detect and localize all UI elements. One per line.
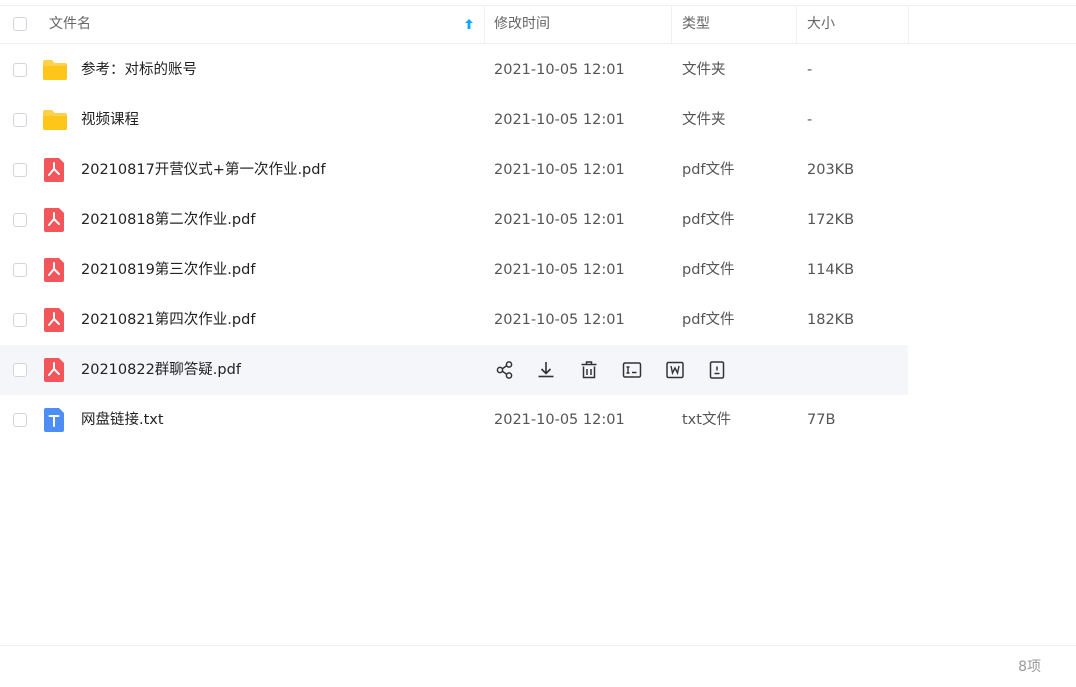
- pdf-icon: [44, 158, 64, 182]
- file-name[interactable]: 视频课程: [81, 95, 139, 145]
- rename-icon[interactable]: [621, 359, 643, 381]
- column-divider: [908, 6, 909, 43]
- pdf-icon: [44, 258, 64, 282]
- item-count: 8项: [1018, 659, 1041, 675]
- pdf-icon: [44, 358, 64, 382]
- file-name[interactable]: 网盘链接.txt: [81, 395, 164, 445]
- file-type: pdf文件: [682, 312, 735, 328]
- file-type: pdf文件: [682, 262, 735, 278]
- row-checkbox[interactable]: [13, 363, 27, 377]
- row-checkbox[interactable]: [13, 163, 27, 177]
- delete-icon[interactable]: [578, 359, 600, 381]
- column-divider: [671, 6, 672, 43]
- column-header-size[interactable]: 大小: [807, 6, 835, 43]
- select-all-checkbox[interactable]: [13, 17, 27, 31]
- file-size: 77B: [807, 412, 836, 428]
- file-modified: 2021-10-05 12:01: [494, 262, 625, 278]
- file-type: 文件夹: [682, 112, 726, 128]
- file-row[interactable]: 20210818第二次作业.pdf 2021-10-05 12:01 pdf文件…: [0, 195, 908, 245]
- row-checkbox[interactable]: [13, 63, 27, 77]
- more-icon[interactable]: [706, 359, 728, 381]
- file-name[interactable]: 20210822群聊答疑.pdf: [81, 345, 241, 395]
- folder-icon: [43, 60, 67, 80]
- row-checkbox[interactable]: [13, 213, 27, 227]
- file-size: -: [807, 112, 813, 128]
- row-checkbox[interactable]: [13, 113, 27, 127]
- sort-ascending-icon[interactable]: [464, 18, 474, 30]
- file-row[interactable]: 20210817开营仪式+第一次作业.pdf 2021-10-05 12:01 …: [0, 145, 908, 195]
- folder-icon: [43, 110, 67, 130]
- column-divider: [484, 6, 485, 43]
- file-name[interactable]: 20210821第四次作业.pdf: [81, 295, 255, 345]
- pdf-icon: [44, 308, 64, 332]
- column-header-modified[interactable]: 修改时间: [494, 6, 550, 43]
- column-header-name[interactable]: 文件名: [49, 6, 479, 43]
- file-size: 203KB: [807, 162, 855, 178]
- pdf-icon: [44, 208, 64, 232]
- file-type: pdf文件: [682, 162, 735, 178]
- download-icon[interactable]: [535, 359, 557, 381]
- file-name[interactable]: 参考：对标的账号: [81, 45, 197, 95]
- column-header-modified-label: 修改时间: [494, 16, 550, 32]
- file-size: 182KB: [807, 312, 855, 328]
- column-divider: [796, 6, 797, 43]
- file-modified: 2021-10-05 12:01: [494, 312, 625, 328]
- file-row[interactable]: 20210819第三次作业.pdf 2021-10-05 12:01 pdf文件…: [0, 245, 908, 295]
- file-row[interactable]: 参考：对标的账号 2021-10-05 12:01 文件夹 -: [0, 45, 908, 95]
- file-modified: 2021-10-05 12:01: [494, 162, 625, 178]
- file-size: 114KB: [807, 262, 855, 278]
- file-name[interactable]: 20210817开营仪式+第一次作业.pdf: [81, 145, 326, 195]
- file-modified: 2021-10-05 12:01: [494, 62, 625, 78]
- column-header-type-label: 类型: [682, 16, 710, 32]
- file-size: -: [807, 62, 813, 78]
- row-checkbox[interactable]: [13, 413, 27, 427]
- file-size: 172KB: [807, 212, 855, 228]
- table-header: 文件名 修改时间 类型 大小: [0, 6, 1076, 44]
- column-header-size-label: 大小: [807, 16, 835, 32]
- file-row[interactable]: 网盘链接.txt 2021-10-05 12:01 txt文件 77B: [0, 395, 908, 445]
- file-type: txt文件: [682, 412, 731, 428]
- footer-divider: [0, 645, 1076, 646]
- file-name[interactable]: 20210818第二次作业.pdf: [81, 195, 255, 245]
- file-modified: 2021-10-05 12:01: [494, 212, 625, 228]
- row-checkbox[interactable]: [13, 313, 27, 327]
- file-name[interactable]: 20210819第三次作业.pdf: [81, 245, 255, 295]
- file-type: pdf文件: [682, 212, 735, 228]
- file-modified: 2021-10-05 12:01: [494, 112, 625, 128]
- txt-icon: [44, 408, 64, 432]
- column-header-type[interactable]: 类型: [682, 6, 710, 43]
- row-checkbox[interactable]: [13, 263, 27, 277]
- column-header-name-label: 文件名: [49, 16, 91, 32]
- file-row[interactable]: 20210821第四次作业.pdf 2021-10-05 12:01 pdf文件…: [0, 295, 908, 345]
- file-modified: 2021-10-05 12:01: [494, 412, 625, 428]
- file-type: 文件夹: [682, 62, 726, 78]
- copy-icon[interactable]: [664, 359, 686, 381]
- file-row[interactable]: 视频课程 2021-10-05 12:01 文件夹 -: [0, 95, 908, 145]
- file-row-hovered[interactable]: 20210822群聊答疑.pdf: [0, 345, 908, 395]
- share-icon[interactable]: [494, 359, 516, 381]
